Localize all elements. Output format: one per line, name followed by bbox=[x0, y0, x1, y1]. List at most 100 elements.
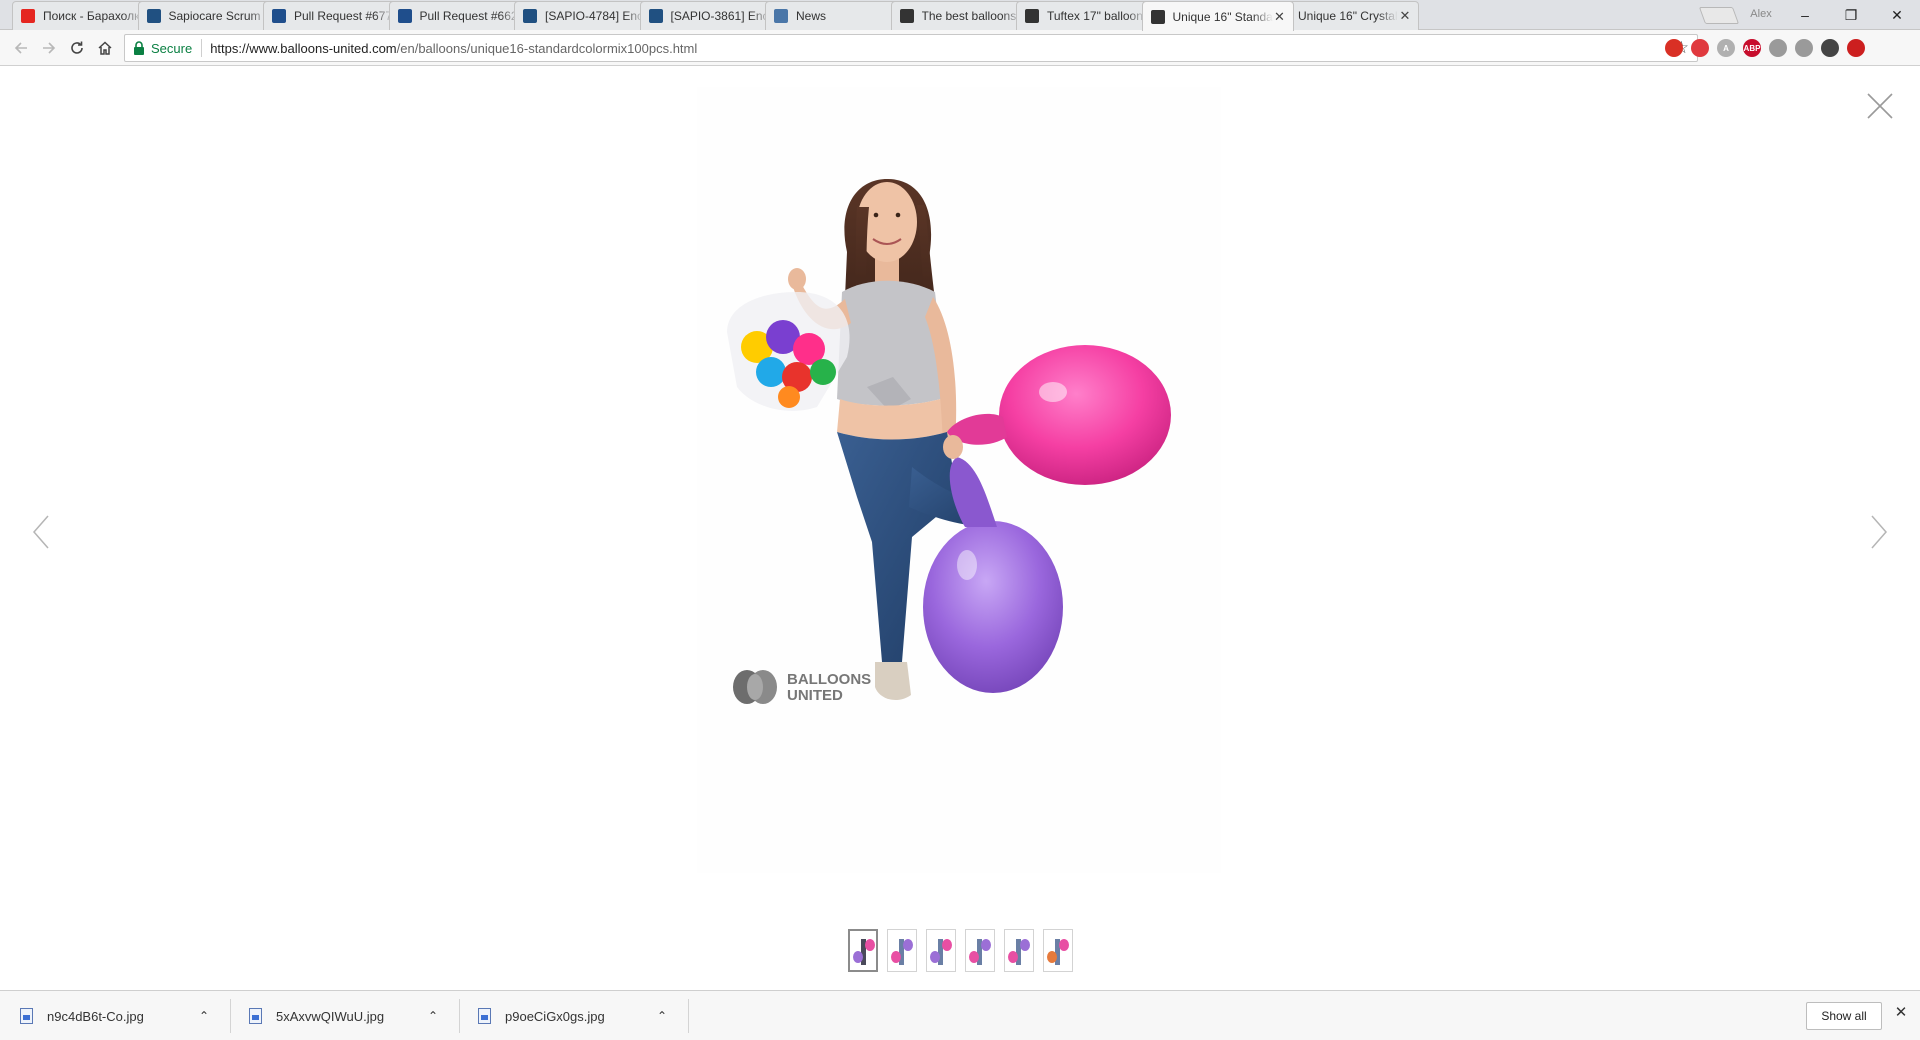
home-button[interactable] bbox=[94, 37, 116, 59]
new-tab-button[interactable] bbox=[1698, 7, 1740, 24]
forward-button[interactable] bbox=[38, 37, 60, 59]
thumbnail-preview bbox=[1047, 938, 1069, 965]
download-divider bbox=[688, 999, 689, 1033]
tab-title: Unique 16" Crystal bbox=[1298, 9, 1398, 23]
tab-title: [SAPIO-3861] Enc bbox=[670, 9, 769, 23]
restore-button[interactable]: ❐ bbox=[1828, 0, 1874, 30]
browser-toolbar: Secure https://www.balloons-united.com/e… bbox=[0, 30, 1920, 66]
tab-close-icon[interactable]: ✕ bbox=[1273, 9, 1287, 24]
left-eye bbox=[873, 212, 879, 218]
tab-title: [SAPIO-4784] Enc bbox=[545, 9, 644, 23]
download-item[interactable]: n9c4dB6t-Co.jpg ⌃ bbox=[20, 999, 211, 1033]
thumbnail-preview bbox=[1008, 938, 1030, 965]
tab-strip: Поиск - Барахолка ✕ Sapiocare Scrum Board ✕… bbox=[0, 0, 1920, 31]
vk-icon bbox=[774, 9, 788, 23]
download-filename: n9c4dB6t-Co.jpg bbox=[47, 1008, 144, 1024]
browser-tab[interactable]: Unique 16" Standard ✕ bbox=[1141, 1, 1294, 31]
tab-title: The best balloons bbox=[921, 9, 1017, 23]
url-text[interactable]: https://www.balloons-united.com/en/ballo… bbox=[210, 41, 697, 56]
ext-page-icon[interactable] bbox=[1769, 39, 1787, 57]
balloons-united-icon bbox=[899, 9, 914, 23]
thumbnail-strip bbox=[848, 929, 1073, 972]
ext-people-icon[interactable] bbox=[1795, 39, 1813, 57]
reload-icon bbox=[71, 41, 83, 54]
bag-balloon-blue bbox=[756, 357, 786, 387]
chevron-up-icon[interactable]: ⌃ bbox=[426, 1009, 440, 1023]
lightbox-next-icon[interactable] bbox=[1868, 512, 1890, 552]
download-divider bbox=[230, 999, 231, 1033]
adblock-plus-icon[interactable]: ABP bbox=[1743, 39, 1761, 57]
back-arrow-icon bbox=[14, 42, 27, 54]
reload-button[interactable] bbox=[66, 37, 88, 59]
bag-balloon-green bbox=[810, 359, 836, 385]
extension-label: A bbox=[1723, 43, 1729, 53]
jira-icon bbox=[523, 9, 537, 23]
ext-red-icon[interactable] bbox=[1665, 39, 1683, 57]
product-photo: BALLOONS UNITED bbox=[697, 87, 1221, 873]
chevron-up-icon[interactable]: ⌃ bbox=[655, 1009, 669, 1023]
lightbox-prev-icon[interactable] bbox=[30, 512, 52, 552]
balloons-united-icon bbox=[1025, 9, 1039, 23]
shoe bbox=[875, 662, 911, 701]
window-close-button[interactable]: ✕ bbox=[1874, 0, 1920, 30]
download-filename: 5xAxvwQIWuU.jpg bbox=[276, 1008, 385, 1024]
tab-title: Sapiocare Scrum Board bbox=[168, 9, 269, 23]
download-item[interactable]: 5xAxvwQIWuU.jpg ⌃ bbox=[249, 999, 440, 1033]
gallery-thumbnail[interactable] bbox=[848, 929, 878, 972]
tfs-icon bbox=[397, 9, 412, 23]
purple-balloon-highlight bbox=[957, 550, 977, 580]
gallery-thumbnail[interactable] bbox=[1004, 929, 1034, 972]
watermark-line2: UNITED bbox=[787, 687, 843, 704]
gallery-thumbnail[interactable] bbox=[887, 929, 917, 972]
image-file-icon bbox=[20, 1008, 33, 1024]
balloons-united-logo bbox=[733, 670, 777, 704]
thumbnail-preview bbox=[853, 938, 875, 965]
url-path: /en/balloons/unique16-standardcolormix10… bbox=[396, 40, 698, 56]
gallery-thumbnail[interactable] bbox=[1043, 929, 1073, 972]
thumbnail-preview bbox=[969, 938, 991, 965]
lock-icon bbox=[134, 41, 144, 55]
address-bar[interactable]: Secure https://www.balloons-united.com/e… bbox=[124, 34, 1698, 62]
forward-arrow-icon bbox=[43, 42, 56, 54]
ext-reader-icon[interactable]: A bbox=[1717, 39, 1735, 57]
show-all-downloads-button[interactable]: Show all bbox=[1806, 1002, 1882, 1030]
secure-label: Secure bbox=[151, 40, 193, 56]
product-photo-illustration: BALLOONS UNITED bbox=[727, 179, 1171, 704]
omnibox-divider bbox=[201, 39, 203, 57]
tfs-icon bbox=[272, 9, 286, 23]
thumbnail-preview bbox=[891, 938, 913, 965]
image-file-icon bbox=[249, 1008, 262, 1024]
pink-balloon-highlight bbox=[1039, 382, 1067, 402]
close-shelf-icon[interactable]: ✕ bbox=[1893, 1005, 1909, 1021]
jira-icon bbox=[648, 9, 663, 23]
tab-title: Tuftex 17" balloon bbox=[1047, 9, 1143, 23]
download-item[interactable]: p9oeCiGx0gs.jpg ⌃ bbox=[478, 999, 669, 1033]
home-icon bbox=[98, 41, 112, 55]
download-divider bbox=[459, 999, 460, 1033]
gallery-thumbnail[interactable] bbox=[926, 929, 956, 972]
extension-label: ABP bbox=[1743, 43, 1761, 53]
minimize-button[interactable]: – bbox=[1782, 0, 1828, 30]
page-content: BALLOONS UNITED bbox=[0, 67, 1920, 989]
download-filename: p9oeCiGx0gs.jpg bbox=[505, 1008, 605, 1024]
gallery-thumbnail[interactable] bbox=[965, 929, 995, 972]
url-host: https://www.balloons-united.com bbox=[210, 40, 397, 56]
tab-title: Unique 16" Standard bbox=[1172, 9, 1273, 24]
tab-close-icon[interactable]: ✕ bbox=[1398, 9, 1412, 23]
tab-title: Pull Request #662 bbox=[419, 9, 518, 23]
image-file-icon bbox=[478, 1008, 491, 1024]
profile-button[interactable]: Alex bbox=[1738, 8, 1784, 22]
tab-title: Поиск - Барахолка bbox=[43, 9, 143, 23]
tab-title: Pull Request #677 bbox=[294, 9, 393, 23]
ext-stop-icon[interactable] bbox=[1847, 39, 1865, 57]
watermark-line1: BALLOONS bbox=[787, 671, 871, 688]
yandex-icon bbox=[21, 9, 35, 23]
purple-balloon bbox=[923, 521, 1063, 693]
ext-screen-icon[interactable] bbox=[1821, 39, 1839, 57]
bag-balloon-orange bbox=[778, 386, 800, 408]
chevron-up-icon[interactable]: ⌃ bbox=[197, 1009, 211, 1023]
jira-icon bbox=[146, 9, 161, 23]
lightbox-close-icon[interactable] bbox=[1866, 92, 1894, 120]
ext-pocket-icon[interactable] bbox=[1691, 39, 1709, 57]
back-button[interactable] bbox=[10, 37, 32, 59]
